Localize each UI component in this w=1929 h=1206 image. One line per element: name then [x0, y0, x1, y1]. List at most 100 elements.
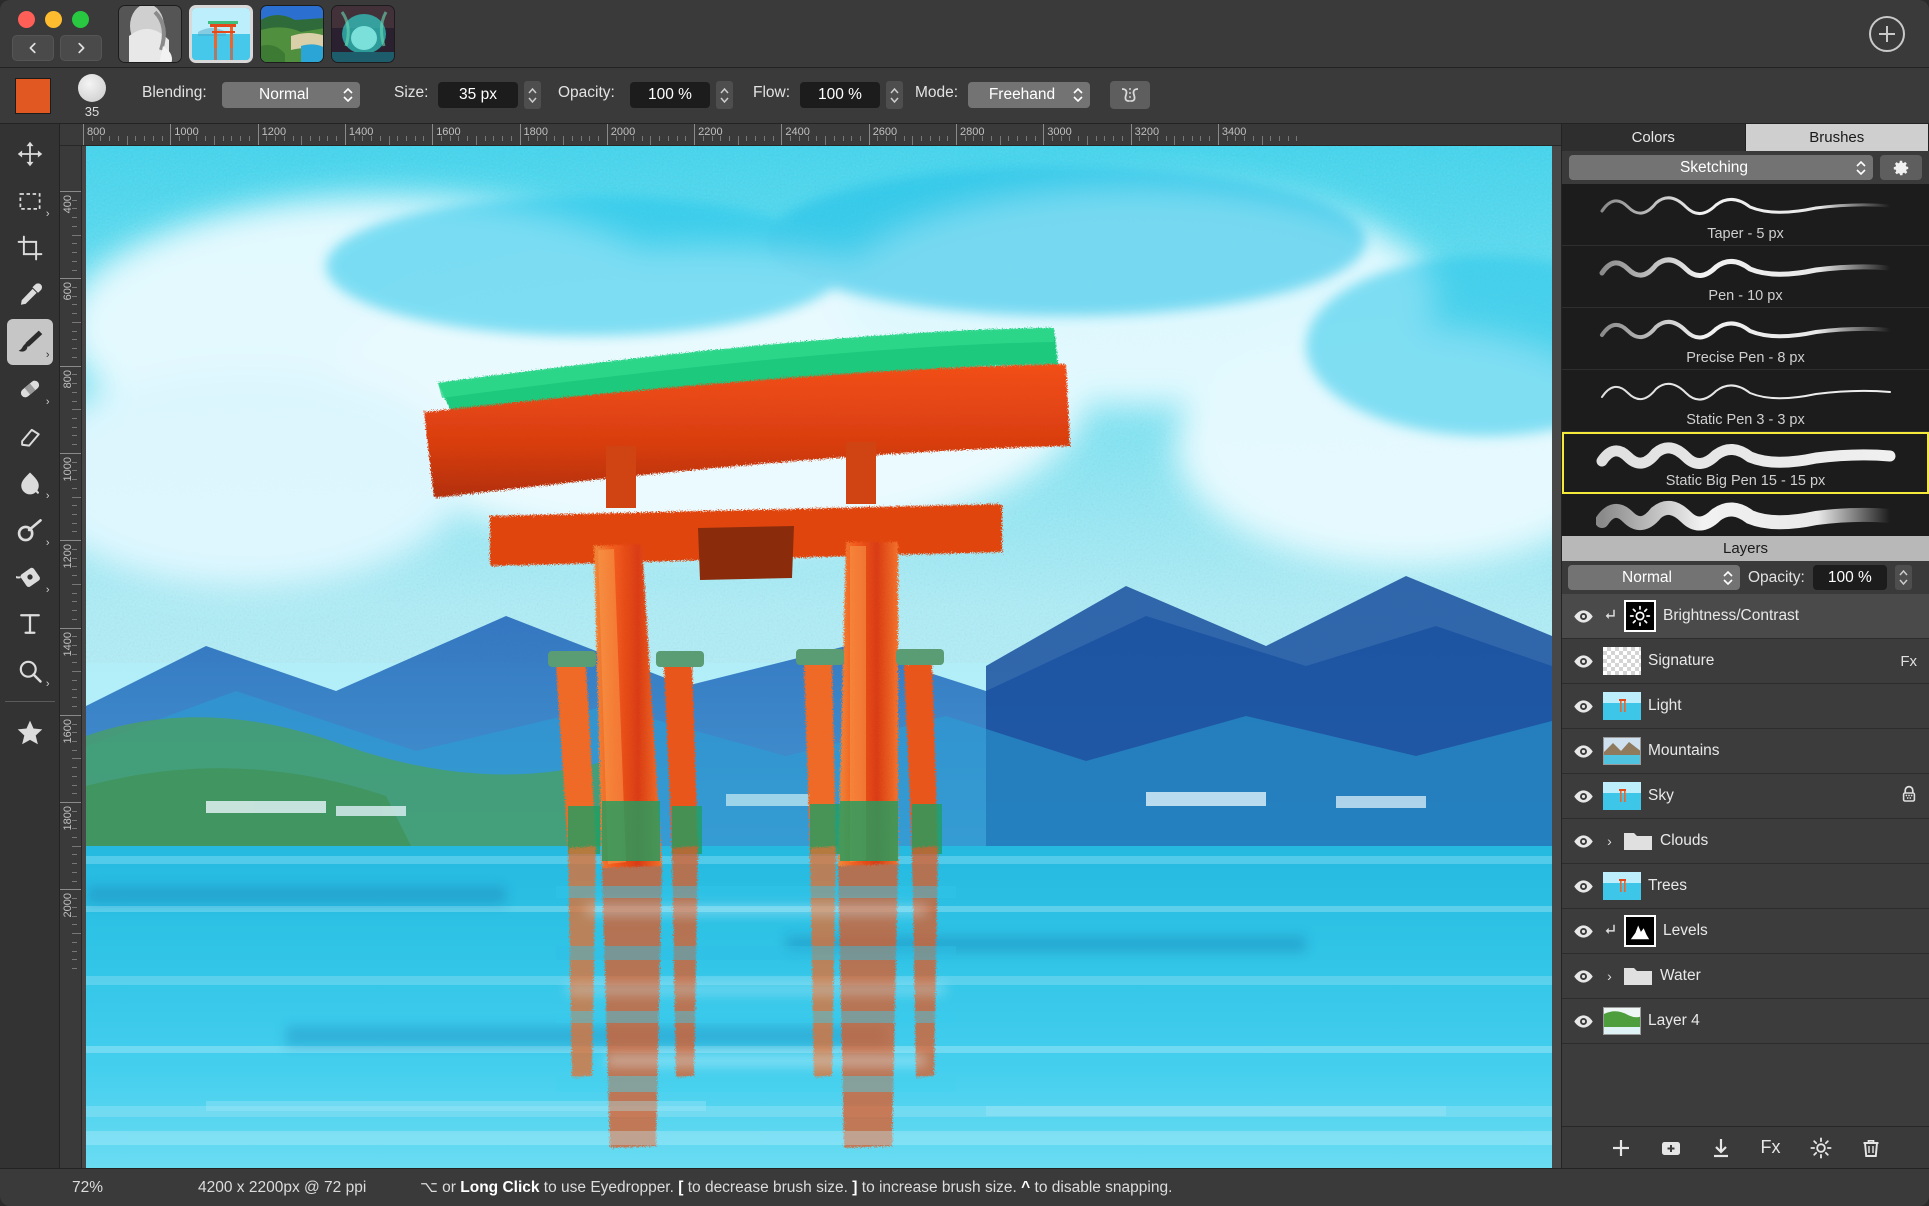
layer-effects-button[interactable]: Fx [1759, 1136, 1783, 1160]
minimize-button[interactable] [45, 11, 62, 28]
blending-mode-select[interactable]: Normal [222, 82, 360, 108]
layer-list[interactable]: Brightness/ContrastSignatureFxLightMount… [1562, 594, 1929, 1126]
layer-visibility-toggle[interactable] [1570, 879, 1596, 894]
vertical-ruler[interactable]: 400600800100012001400160018002000 [60, 146, 82, 1168]
tool-text[interactable] [7, 601, 53, 647]
document-thumbnail-4[interactable] [331, 5, 395, 63]
document-thumbnail-1[interactable] [118, 5, 182, 63]
document-thumbnail-3[interactable] [260, 5, 324, 63]
add-document-button[interactable] [1869, 16, 1905, 52]
merge-down-button[interactable] [1709, 1136, 1733, 1160]
ruler-minor-tick [72, 575, 77, 576]
layer-thumbnail[interactable] [1624, 600, 1656, 632]
layer-blend-mode-select[interactable]: Normal [1568, 565, 1740, 590]
layer-row[interactable]: Light [1562, 684, 1929, 729]
canvas-viewport[interactable] [82, 146, 1561, 1168]
horizontal-ruler[interactable]: 8001000120014001600180020002200240026002… [60, 124, 1561, 146]
delete-layer-button[interactable] [1859, 1136, 1883, 1160]
layer-thumbnail[interactable] [1624, 915, 1656, 947]
stroke-mode-select[interactable]: Freehand [968, 82, 1090, 108]
ruler-minor-tick [72, 601, 77, 602]
add-mask-button[interactable] [1659, 1136, 1683, 1160]
layer-visibility-toggle[interactable] [1570, 834, 1596, 849]
layer-thumbnail[interactable] [1603, 737, 1641, 765]
ruler-minor-tick [773, 136, 774, 141]
group-disclosure-triangle[interactable]: › [1603, 968, 1616, 984]
tool-fill[interactable]: › [7, 554, 53, 600]
layer-visibility-toggle[interactable] [1570, 654, 1596, 669]
layer-row[interactable]: Sky [1562, 774, 1929, 819]
layer-thumbnail[interactable] [1603, 647, 1641, 675]
flow-input[interactable]: 100 % [800, 82, 880, 108]
flow-stepper[interactable] [886, 81, 903, 109]
artwork-torii-gate[interactable] [86, 146, 1552, 1168]
stabilizer-button[interactable] [1110, 81, 1150, 109]
layer-row[interactable]: Levels [1562, 909, 1929, 954]
tool-smudge[interactable]: › [7, 460, 53, 506]
tool-heal[interactable]: › [7, 366, 53, 412]
brush-category-select[interactable]: Sketching [1569, 155, 1873, 180]
layer-thumbnail[interactable] [1603, 782, 1641, 810]
layer-thumbnail[interactable] [1603, 692, 1641, 720]
ruler-minor-tick [72, 654, 77, 655]
layer-row[interactable]: ›Water [1562, 954, 1929, 999]
foreground-color-swatch[interactable] [15, 78, 51, 114]
tool-zoom[interactable]: › [7, 648, 53, 694]
tab-brushes[interactable]: Brushes [1746, 124, 1929, 151]
adjustments-button[interactable] [1809, 1136, 1833, 1160]
document-thumbnail-2[interactable] [189, 5, 253, 63]
layer-thumbnail[interactable] [1623, 829, 1653, 853]
layer-visibility-toggle[interactable] [1570, 924, 1596, 939]
layer-row[interactable]: Mountains [1562, 729, 1929, 774]
layer-row[interactable]: Trees [1562, 864, 1929, 909]
tool-eyedropper[interactable] [7, 272, 53, 318]
layer-row[interactable]: Brightness/Contrast [1562, 594, 1929, 639]
group-disclosure-triangle[interactable]: › [1603, 833, 1616, 849]
opacity-input[interactable]: 100 % [630, 82, 710, 108]
brush-list-item[interactable]: Taper - 5 px [1562, 184, 1929, 246]
layer-visibility-toggle[interactable] [1570, 969, 1596, 984]
next-document-button[interactable] [60, 35, 102, 61]
close-button[interactable] [18, 11, 35, 28]
layer-visibility-toggle[interactable] [1570, 609, 1596, 624]
layer-visibility-toggle[interactable] [1570, 789, 1596, 804]
layer-row[interactable]: Layer 4 [1562, 999, 1929, 1044]
layer-effects-badge[interactable]: Fx [1900, 653, 1917, 670]
brush-size-stepper[interactable] [524, 81, 541, 109]
brush-list-item[interactable]: Precise Pen - 8 px [1562, 308, 1929, 370]
layer-opacity-input[interactable]: 100 % [1813, 565, 1887, 590]
tool-select[interactable]: › [7, 178, 53, 224]
lock-icon [1901, 785, 1917, 803]
brush-list[interactable]: Taper - 5 pxPen - 10 pxPrecise Pen - 8 p… [1562, 184, 1929, 536]
layer-lock-badge[interactable] [1901, 785, 1917, 807]
layer-visibility-toggle[interactable] [1570, 699, 1596, 714]
brush-stroke-preview [1564, 440, 1927, 472]
layer-visibility-toggle[interactable] [1570, 1014, 1596, 1029]
tool-eraser[interactable] [7, 413, 53, 459]
layer-thumbnail[interactable] [1603, 1007, 1641, 1035]
layer-thumbnail[interactable] [1623, 964, 1653, 988]
prev-document-button[interactable] [12, 35, 54, 61]
tool-brush[interactable]: › [7, 319, 53, 365]
brush-list-item[interactable]: Static Big Pen 15 - 15 px [1562, 432, 1929, 494]
zoom-button[interactable] [72, 11, 89, 28]
brush-list-item[interactable]: Static Pen 3 - 3 px [1562, 370, 1929, 432]
tool-move[interactable] [7, 131, 53, 177]
add-layer-button[interactable] [1609, 1136, 1633, 1160]
layer-row[interactable]: ›Clouds [1562, 819, 1929, 864]
tool-dodge[interactable]: › [7, 507, 53, 553]
tool-favorites[interactable] [7, 709, 53, 755]
layer-visibility-toggle[interactable] [1570, 744, 1596, 759]
layer-row[interactable]: SignatureFx [1562, 639, 1929, 684]
brush-size-input[interactable]: 35 px [438, 82, 518, 108]
layer-thumbnail[interactable] [1603, 872, 1641, 900]
tool-crop[interactable] [7, 225, 53, 271]
tab-colors[interactable]: Colors [1562, 124, 1746, 151]
brush-list-item[interactable]: Pen - 10 px [1562, 246, 1929, 308]
brush-list-item[interactable]: Wet Pen - 50 px [1562, 494, 1929, 536]
brush-settings-button[interactable] [1880, 155, 1922, 180]
zoom-level[interactable]: 72% [72, 1179, 103, 1197]
opacity-stepper[interactable] [716, 81, 733, 109]
layer-opacity-stepper[interactable] [1895, 565, 1912, 590]
ruler-minor-tick [1227, 136, 1228, 141]
